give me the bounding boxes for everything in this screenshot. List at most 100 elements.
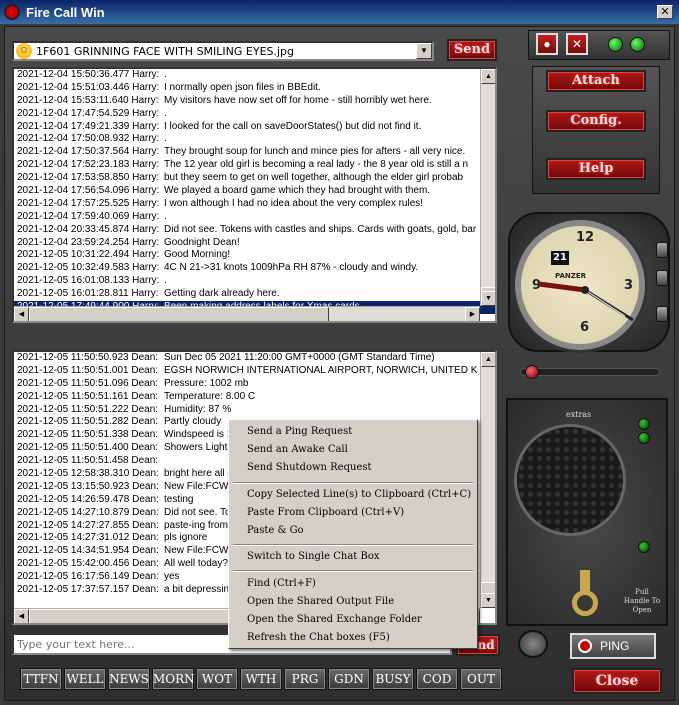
scroll-right-icon[interactable]: ▶	[465, 307, 480, 321]
chat-message: Temperature: 8.00 C	[164, 390, 256, 402]
top-log-vscroll[interactable]: ▲ ▼	[480, 69, 495, 306]
menu-item-awake[interactable]: Send an Awake Call	[247, 442, 348, 458]
chat-timestamp: 2021-12-04 17:56:54.096 Harry:	[17, 185, 160, 197]
shortcut-prg-button[interactable]: PRG	[284, 668, 326, 690]
menu-separator	[233, 570, 473, 572]
shortcut-ttfn-button[interactable]: TTFN	[20, 668, 62, 690]
pull-handle[interactable]	[572, 590, 598, 616]
attach-button[interactable]: Attach	[546, 70, 646, 92]
chat-line[interactable]: 2021-12-04 17:59:40.069 Harry:.	[14, 211, 495, 224]
title-bar[interactable]: Fire Call Win ✕	[0, 0, 679, 24]
scroll-down-icon[interactable]: ▼	[481, 593, 495, 608]
chat-line[interactable]: 2021-12-05 11:50:51.001 Dean: EGSH NORWIC…	[14, 365, 495, 378]
chat-line[interactable]: 2021-12-04 17:57:25.525 Harry: I won alth…	[14, 198, 495, 211]
chat-timestamp: 2021-12-05 11:50:50.923 Dean:	[17, 352, 159, 363]
send-file-button[interactable]: Send	[447, 39, 497, 61]
shortcut-gdn-button[interactable]: GDN	[328, 668, 370, 690]
menu-item-open-output[interactable]: Open the Shared Output File	[247, 594, 394, 610]
chat-timestamp: 2021-12-05 14:27:27.855 Dean:	[17, 519, 159, 531]
shortcut-cod-button[interactable]: COD	[416, 668, 458, 690]
chat-line[interactable]: 2021-12-05 11:50:50.923 Dean: Sun Dec 05 …	[14, 352, 495, 365]
chat-line[interactable]: 2021-12-04 15:53:11.640 Harry: My visitor…	[14, 95, 495, 108]
chat-timestamp: 2021-12-05 10:31:22.494 Harry:	[17, 249, 160, 261]
top-log-hscroll[interactable]: ◀ ▶	[14, 306, 480, 321]
chat-timestamp: 2021-12-04 17:49:21.339 Harry:	[17, 120, 160, 132]
chat-line[interactable]: 2021-12-04 17:50:08.932 Harry:.	[14, 133, 495, 146]
chat-line[interactable]: 2021-12-04 17:53:58.850 Harry: but they s…	[14, 172, 495, 185]
menu-item-paste-go[interactable]: Paste & Go	[247, 523, 304, 539]
top-chat-rows: 2021-12-04 15:50:36.477 Harry:. 2021-12-0…	[14, 69, 495, 314]
chat-line[interactable]: 2021-12-05 10:32:49.583 Harry: 4C N 21->3…	[14, 262, 495, 275]
chat-line[interactable]: 2021-12-04 15:51:03.446 Harry: I normally…	[14, 82, 495, 95]
shortcut-wth-button[interactable]: WTH	[240, 668, 282, 690]
scroll-left-icon[interactable]: ◀	[14, 307, 29, 321]
scroll-down-icon[interactable]: ▼	[481, 291, 495, 306]
chat-line[interactable]: 2021-12-05 10:31:22.494 Harry: Good Morni…	[14, 249, 495, 262]
top-chat-log[interactable]: 2021-12-04 15:50:36.477 Harry:. 2021-12-0…	[12, 67, 497, 323]
chat-line[interactable]: 2021-12-04 17:56:54.096 Harry: We played …	[14, 185, 495, 198]
shortcut-out-button[interactable]: OUT	[460, 668, 502, 690]
menu-item-open-exchange[interactable]: Open the Shared Exchange Folder	[247, 612, 422, 628]
config-button[interactable]: Config.	[546, 110, 646, 132]
chat-timestamp: 2021-12-05 13:15:50.923 Dean:	[17, 480, 159, 492]
chat-message: Goodnight Dean!	[164, 236, 240, 248]
help-button[interactable]: Help	[546, 158, 646, 180]
window-title: Fire Call Win	[26, 4, 105, 20]
bottom-log-vscroll[interactable]: ▲ ▼	[480, 352, 495, 608]
chat-timestamp: 2021-12-05 11:50:51.458 Dean:	[17, 455, 159, 467]
volume-slider[interactable]	[520, 368, 660, 376]
chat-timestamp: 2021-12-05 14:27:10.879 Dean:	[17, 506, 159, 518]
chat-line[interactable]: 2021-12-05 11:50:51.222 Dean: Humidity: 8…	[14, 404, 495, 417]
chat-message: Getting dark already here.	[164, 288, 280, 300]
scroll-up-icon[interactable]: ▲	[481, 69, 495, 84]
chat-line[interactable]: 2021-12-05 11:50:51.096 Dean: Pressure: 1…	[14, 378, 495, 391]
grinning-face-icon: ☺	[16, 43, 32, 59]
chevron-down-icon[interactable]: ▼	[416, 43, 432, 59]
chat-line[interactable]: 2021-12-04 17:49:21.339 Harry: I looked f…	[14, 121, 495, 134]
menu-separator	[233, 482, 473, 484]
record-button[interactable]: ●	[536, 33, 558, 55]
close-app-button[interactable]: Close	[572, 668, 662, 694]
chat-line[interactable]: 2021-12-04 17:47:54.529 Harry:.	[14, 108, 495, 121]
chat-line[interactable]: 2021-12-04 15:50:36.477 Harry:.	[14, 69, 495, 82]
ping-button[interactable]: PING	[570, 633, 656, 659]
scroll-thumb[interactable]	[29, 307, 329, 321]
chat-timestamp: 2021-12-04 23:59:24.254 Harry:	[17, 236, 160, 248]
file-select[interactable]: ☺ 1F601 GRINNING FACE WITH SMILING EYES.…	[12, 41, 434, 61]
chat-line[interactable]: 2021-12-05 16:01:08.133 Harry:.	[14, 275, 495, 288]
chat-message: I won although I had no idea about the v…	[164, 197, 424, 209]
menu-item-shutdown[interactable]: Send Shutdown Request	[247, 460, 372, 476]
menu-item-refresh[interactable]: Refresh the Chat boxes (F5)	[247, 630, 390, 646]
chat-timestamp: 2021-12-04 15:53:11.640 Harry:	[17, 94, 159, 106]
chat-line[interactable]: 2021-12-04 17:50:37.564 Harry: They broug…	[14, 146, 495, 159]
chat-line[interactable]: 2021-12-05 11:50:51.161 Dean: Temperature…	[14, 391, 495, 404]
chat-timestamp: 2021-12-04 17:50:08.932 Harry:	[17, 133, 160, 145]
volume-slider-knob[interactable]	[525, 365, 539, 379]
menu-item-find[interactable]: Find (Ctrl+F)	[247, 576, 316, 592]
shortcut-wot-button[interactable]: WOT	[196, 668, 238, 690]
chat-message: .	[164, 133, 167, 145]
cancel-button[interactable]: ✕	[566, 33, 588, 55]
chat-line[interactable]: 2021-12-04 20:33:45.874 Harry: Did not se…	[14, 224, 495, 237]
chat-line[interactable]: 2021-12-04 23:59:24.254 Harry: Goodnight …	[14, 237, 495, 250]
window-close-button[interactable]: ✕	[657, 5, 673, 19]
chat-line[interactable]: 2021-12-05 16:01:28.811 Harry: Getting da…	[14, 288, 495, 301]
menu-item-single-chat[interactable]: Switch to Single Chat Box	[247, 549, 380, 565]
menu-item-copy[interactable]: Copy Selected Line(s) to Clipboard (Ctrl…	[247, 487, 471, 503]
menu-item-paste[interactable]: Paste From Clipboard (Ctrl+V)	[247, 505, 404, 521]
scroll-up-icon[interactable]: ▲	[481, 352, 495, 367]
scroll-left-icon[interactable]: ◀	[14, 609, 29, 623]
chat-line[interactable]: 2021-12-04 17:52:23.183 Harry: The 12 yea…	[14, 159, 495, 172]
chat-timestamp: 2021-12-05 10:32:49.583 Harry:	[17, 262, 160, 274]
pull-handle-label: Pull Handle To Open	[623, 588, 661, 614]
chat-message: Did not see. Tokens with castles and shi…	[164, 223, 477, 235]
chat-timestamp: 2021-12-04 15:51:03.446 Harry:	[17, 81, 160, 93]
clock-knob	[656, 242, 668, 258]
chat-timestamp: 2021-12-05 11:50:51.161 Dean:	[17, 390, 159, 402]
menu-item-ping[interactable]: Send a Ping Request	[247, 424, 352, 440]
shortcut-morn-button[interactable]: MORN	[152, 668, 195, 690]
shortcut-busy-button[interactable]: BUSY	[372, 668, 414, 690]
file-select-value: 1F601 GRINNING FACE WITH SMILING EYES.jp…	[36, 44, 295, 58]
shortcut-well-button[interactable]: WELL	[64, 668, 106, 690]
shortcut-news-button[interactable]: NEWS	[108, 668, 150, 690]
